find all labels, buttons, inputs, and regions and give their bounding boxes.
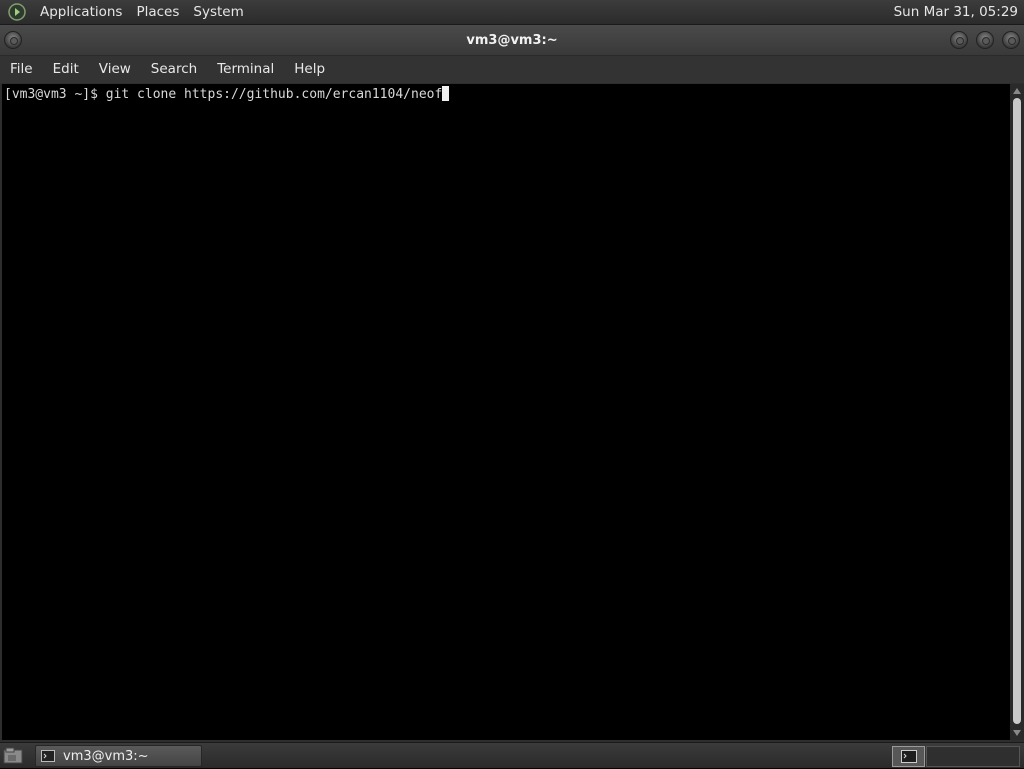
clock[interactable]: Sun Mar 31, 05:29	[894, 4, 1024, 20]
terminal-window: vm3@vm3:~ File Edit View Search Terminal…	[0, 25, 1024, 742]
scroll-up-icon[interactable]	[1013, 88, 1021, 94]
taskbar-window-label: vm3@vm3:~	[63, 748, 149, 764]
top-panel: Applications Places System Sun Mar 31, 0…	[0, 0, 1024, 25]
shell-prompt: [vm3@vm3 ~]$	[4, 87, 106, 102]
vertical-scrollbar[interactable]	[1010, 84, 1024, 740]
scrollbar-thumb[interactable]	[1013, 98, 1021, 724]
workspace-1[interactable]	[892, 746, 925, 767]
menu-edit[interactable]: Edit	[43, 56, 89, 83]
menu-terminal[interactable]: Terminal	[207, 56, 284, 83]
menu-view[interactable]: View	[89, 56, 141, 83]
close-button[interactable]	[1002, 31, 1020, 49]
window-title: vm3@vm3:~	[466, 32, 558, 48]
workspace-2[interactable]	[926, 746, 1020, 767]
maximize-button[interactable]	[976, 31, 994, 49]
menu-system[interactable]: System	[186, 0, 250, 25]
window-titlebar[interactable]: vm3@vm3:~	[0, 25, 1024, 56]
menubar: File Edit View Search Terminal Help	[0, 56, 1024, 83]
menu-help[interactable]: Help	[284, 56, 335, 83]
taskbar-window-button[interactable]: vm3@vm3:~	[35, 745, 202, 767]
menu-applications[interactable]: Applications	[33, 0, 129, 25]
menu-places[interactable]: Places	[129, 0, 186, 25]
command-input[interactable]: git clone https://github.com/ercan1104/n…	[106, 87, 443, 102]
terminal-area[interactable]: [vm3@vm3 ~]$ git clone https://github.co…	[2, 84, 1010, 740]
scroll-down-icon[interactable]	[1013, 730, 1021, 736]
applications-icon[interactable]	[7, 2, 27, 22]
menu-file[interactable]: File	[0, 56, 43, 83]
menu-search[interactable]: Search	[141, 56, 207, 83]
workspace-terminal-icon	[900, 750, 917, 763]
show-desktop-icon[interactable]	[3, 747, 23, 765]
bottom-panel: vm3@vm3:~	[0, 742, 1024, 768]
terminal-icon	[41, 750, 55, 762]
minimize-button[interactable]	[950, 31, 968, 49]
text-cursor	[442, 86, 450, 101]
window-menu-button[interactable]	[4, 31, 22, 49]
